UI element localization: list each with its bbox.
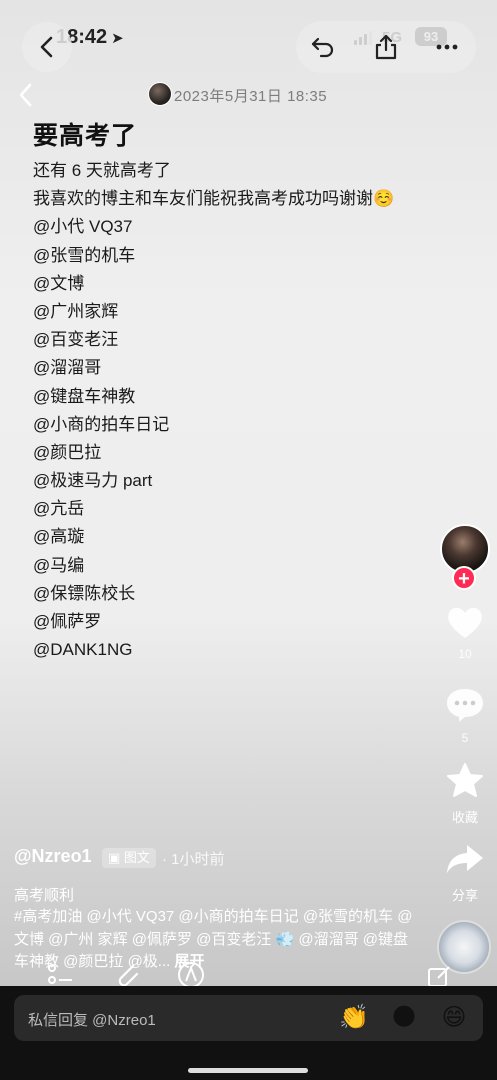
favorite-label: 收藏 xyxy=(451,810,478,825)
post-mention: @溜溜哥 xyxy=(33,358,102,378)
clap-emoji-button[interactable]: 👏 xyxy=(339,1003,369,1033)
like-button[interactable]: 10 xyxy=(438,604,492,661)
post-mention: @百变老汪 xyxy=(33,330,119,350)
location-arrow-icon: ➤ xyxy=(111,30,124,47)
chevron-left-icon xyxy=(19,83,32,107)
back-button[interactable] xyxy=(22,22,72,72)
author-name[interactable]: @Nzreo1 xyxy=(14,846,92,867)
more-button[interactable] xyxy=(420,21,474,73)
home-indicator xyxy=(188,1068,308,1073)
post-mention: @DANK1NG xyxy=(33,640,133,660)
undo-icon xyxy=(311,37,334,58)
chevron-left-icon xyxy=(40,36,53,58)
post-mention: @颜巴拉 xyxy=(33,442,102,462)
comment-icon xyxy=(447,689,483,722)
post-mention: @广州家辉 xyxy=(33,301,119,321)
share-upload-icon xyxy=(375,34,397,60)
comment-button[interactable]: 5 xyxy=(438,686,492,745)
share-arrow-icon xyxy=(447,845,483,873)
post-mention: @键盘车神教 xyxy=(33,386,136,406)
post-mention: @小商的拍车日记 xyxy=(33,414,170,434)
share-label: 分享 xyxy=(451,888,478,903)
follow-button[interactable]: + xyxy=(452,566,476,590)
star-icon xyxy=(447,763,483,797)
comment-count: 5 xyxy=(461,731,469,745)
undo-button[interactable] xyxy=(296,21,350,73)
post-mention: @极速马力 part xyxy=(33,471,153,491)
share-post-button[interactable]: 分享 xyxy=(438,842,492,904)
reply-placeholder: 私信回复 @Nzreo1 xyxy=(28,1012,156,1029)
post-line: 我喜欢的博主和车友们能祝我高考成功吗谢谢☺️ xyxy=(33,189,395,209)
like-count: 10 xyxy=(458,647,472,661)
image-text-icon: ▣ xyxy=(108,850,121,865)
more-dots-icon xyxy=(436,44,458,50)
grin-emoji-button[interactable]: 😄 xyxy=(439,1003,469,1033)
post-mention: @保镖陈校长 xyxy=(33,583,136,603)
post-line: 还有 6 天就高考了 xyxy=(33,161,171,180)
post-mention: @佩萨罗 xyxy=(33,612,102,631)
post-title: 要高考了 xyxy=(33,122,138,150)
share-button[interactable] xyxy=(359,21,413,73)
moon-emoji-button[interactable]: 🌑 xyxy=(389,1003,419,1033)
post-mention: @张雪的机车 xyxy=(33,245,136,265)
post-mention: @高璇 xyxy=(33,527,85,547)
heart-icon xyxy=(448,607,482,638)
header-date: 2023年5月31日 18:35 xyxy=(174,88,328,105)
post-mention: @文博 xyxy=(33,273,85,293)
post-mention: @亢岳 xyxy=(33,499,85,519)
caption-title: 高考顺利 xyxy=(14,887,75,904)
post-mention: @马编 xyxy=(33,555,85,575)
inner-back-button[interactable] xyxy=(14,81,38,109)
post-type-badge: ▣ 图文 xyxy=(102,848,156,868)
favorite-button[interactable]: 收藏 xyxy=(438,762,492,826)
header-avatar[interactable] xyxy=(148,82,172,106)
post-time: · 1小时前 xyxy=(162,851,225,868)
post-mention: @小代 VQ37 xyxy=(33,217,133,237)
post-body: 还有 6 天就高考了 我喜欢的博主和车友们能祝我高考成功吗谢谢☺️ @小代 VQ… xyxy=(33,157,463,664)
